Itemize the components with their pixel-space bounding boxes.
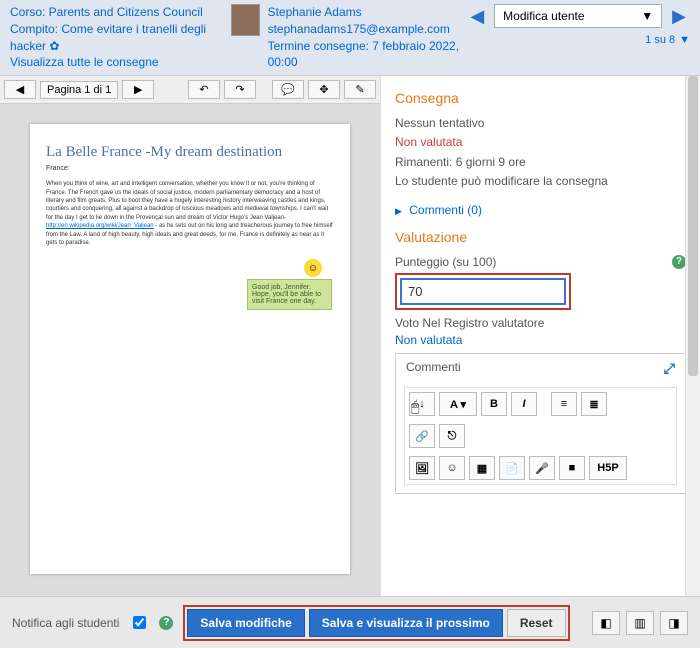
grading-panel: Consegna Nessun tentativo Non valutata R… xyxy=(380,76,700,596)
toggle-toolbar-button[interactable]: ↓ xyxy=(409,392,435,416)
prev-student-button[interactable]: ◀ xyxy=(466,6,488,27)
h5p-button[interactable]: H5P xyxy=(589,456,627,480)
pdf-viewport[interactable]: La Belle France -My dream destination Fr… xyxy=(0,104,380,596)
assignment-link[interactable]: Compito: Come evitare i tranelli degli h… xyxy=(10,21,231,55)
pager-text: 1 su 8 xyxy=(645,34,675,46)
pdf-page: La Belle France -My dream destination Fr… xyxy=(30,124,350,574)
image-button[interactable]: 🖼 xyxy=(409,456,435,480)
header-right: ◀ Modifica utente ▼ ▶ 1 su 8 ▼ xyxy=(466,4,690,46)
filter-icon: ▼ xyxy=(679,34,690,46)
move-tool-button[interactable]: ✥ xyxy=(308,80,340,99)
pdf-prev-button[interactable]: ◀ xyxy=(4,80,36,99)
comment-tool-button[interactable]: 💬 xyxy=(272,80,304,99)
grading-heading: Valutazione xyxy=(395,229,686,245)
help-icon[interactable]: ? xyxy=(672,255,686,269)
footer-bar: Notifica agli studenti ? Salva modifiche… xyxy=(0,596,700,648)
reset-button[interactable]: Reset xyxy=(507,609,566,637)
score-label-row: Punteggio (su 100) ? xyxy=(395,255,686,269)
emoji-button[interactable]: ☺ xyxy=(439,456,465,480)
expand-right-icon: ▶ xyxy=(395,206,402,216)
record-video-button[interactable]: ■ xyxy=(559,456,585,480)
change-user-dropdown[interactable]: Modifica utente ▼ xyxy=(494,4,662,28)
next-student-button[interactable]: ▶ xyxy=(668,6,690,27)
smiley-icon: ☺ xyxy=(304,259,322,277)
grade-input[interactable] xyxy=(400,278,566,305)
submission-editable: Lo studente può modificare la consegna xyxy=(395,172,686,191)
grade-input-highlight xyxy=(395,273,571,310)
score-label: Punteggio (su 100) xyxy=(395,255,496,269)
gradebook-line: Voto Nel Registro valutatore xyxy=(395,314,686,333)
scrollbar[interactable] xyxy=(685,76,700,596)
header-center: Stephanie Adams stephanadams175@example.… xyxy=(231,4,466,71)
number-list-button[interactable]: ≣ xyxy=(581,392,607,416)
comments-expander[interactable]: ▶ Commenti (0) xyxy=(395,203,686,217)
unlink-button[interactable]: ⎋ xyxy=(439,424,465,448)
scrollbar-thumb[interactable] xyxy=(688,76,698,376)
media-button[interactable]: ▦ xyxy=(469,456,495,480)
layout-left-button[interactable]: ◧ xyxy=(592,611,620,635)
due-date-link[interactable]: Termine consegne: 7 febbraio 2022, 00:00 xyxy=(268,38,467,72)
avatar xyxy=(231,4,260,36)
header-bar: Corso: Parents and Citizens Council Comp… xyxy=(0,0,700,76)
pdf-panel: ◀ Pagina 1 di 1 ▶ ↶ ↷ 💬 ✥ ✎ La Belle Fra… xyxy=(0,76,380,596)
chevron-down-icon: ▼ xyxy=(641,9,653,23)
record-audio-button[interactable]: 🎤 xyxy=(529,456,555,480)
feedback-editor: Commenti ⤢ ↓ A ▾ B I ≡ ≣ 🔗 ⎋ 🖼 ☺ ▦ 📄 🎤 xyxy=(395,353,686,494)
view-all-link[interactable]: Visualizza tutte le consegne xyxy=(10,54,231,71)
expand-icon[interactable]: ⤢ xyxy=(664,360,675,377)
comments-link[interactable]: Commenti (0) xyxy=(409,203,482,217)
action-buttons-highlight: Salva modifiche Salva e visualizza il pr… xyxy=(183,605,569,641)
redo-button[interactable]: ↷ xyxy=(224,80,256,99)
submission-remaining: Rimanenti: 6 giorni 9 ore xyxy=(395,153,686,172)
font-style-button[interactable]: A ▾ xyxy=(439,392,477,416)
editor-toolbar: ↓ A ▾ B I ≡ ≣ 🔗 ⎋ 🖼 ☺ ▦ 📄 🎤 ■ H5P xyxy=(404,387,677,485)
pager-filter[interactable]: 1 su 8 ▼ xyxy=(645,34,690,46)
student-info: Stephanie Adams stephanadams175@example.… xyxy=(268,4,467,71)
bold-button[interactable]: B xyxy=(481,392,507,416)
layout-buttons: ◧ ▥ ◨ xyxy=(592,611,688,635)
link-button[interactable]: 🔗 xyxy=(409,424,435,448)
pdf-page-indicator[interactable]: Pagina 1 di 1 xyxy=(40,81,118,99)
student-name-link[interactable]: Stephanie Adams xyxy=(268,4,467,21)
editor-header: Commenti ⤢ xyxy=(396,354,685,383)
pdf-body: When you think of wine, art and intellig… xyxy=(46,180,334,247)
pen-tool-button[interactable]: ✎ xyxy=(344,80,376,99)
undo-button[interactable]: ↶ xyxy=(188,80,220,99)
file-button[interactable]: 📄 xyxy=(499,456,525,480)
save-button[interactable]: Salva modifiche xyxy=(187,609,304,637)
header-left: Corso: Parents and Citizens Council Comp… xyxy=(10,4,231,71)
course-link[interactable]: Corso: Parents and Citizens Council xyxy=(10,4,231,21)
italic-button[interactable]: I xyxy=(511,392,537,416)
sticky-note[interactable]: Good job, Jennifer. Hope, you'll be able… xyxy=(247,279,332,310)
notify-help-icon[interactable]: ? xyxy=(159,616,173,630)
submission-heading: Consegna xyxy=(395,90,686,106)
pdf-body-link[interactable]: http://en.wikipedia.org/wiki/Jean_Valjea… xyxy=(46,223,154,229)
change-user-label: Modifica utente xyxy=(503,9,584,23)
bullet-list-button[interactable]: ≡ xyxy=(551,392,577,416)
main-area: ◀ Pagina 1 di 1 ▶ ↶ ↷ 💬 ✥ ✎ La Belle Fra… xyxy=(0,76,700,596)
notify-label: Notifica agli studenti xyxy=(12,616,119,630)
notify-checkbox[interactable] xyxy=(133,616,146,629)
not-graded-link[interactable]: Non valutata xyxy=(395,333,462,347)
pdf-title: La Belle France -My dream destination xyxy=(46,144,334,161)
pdf-subtitle: France: xyxy=(46,165,334,172)
comments-label: Commenti xyxy=(406,360,461,377)
pdf-toolbar: ◀ Pagina 1 di 1 ▶ ↶ ↷ 💬 ✥ ✎ xyxy=(0,76,380,104)
layout-right-button[interactable]: ◨ xyxy=(660,611,688,635)
layout-split-button[interactable]: ▥ xyxy=(626,611,654,635)
submission-status: Non valutata xyxy=(395,133,686,152)
save-next-button[interactable]: Salva e visualizza il prossimo xyxy=(309,609,503,637)
pdf-next-button[interactable]: ▶ xyxy=(122,80,154,99)
student-email-link[interactable]: stephanadams175@example.com xyxy=(268,21,467,38)
user-nav-row: ◀ Modifica utente ▼ ▶ xyxy=(466,4,690,28)
pdf-body-part1: When you think of wine, art and intellig… xyxy=(46,181,328,221)
submission-attempts: Nessun tentativo xyxy=(395,114,686,133)
